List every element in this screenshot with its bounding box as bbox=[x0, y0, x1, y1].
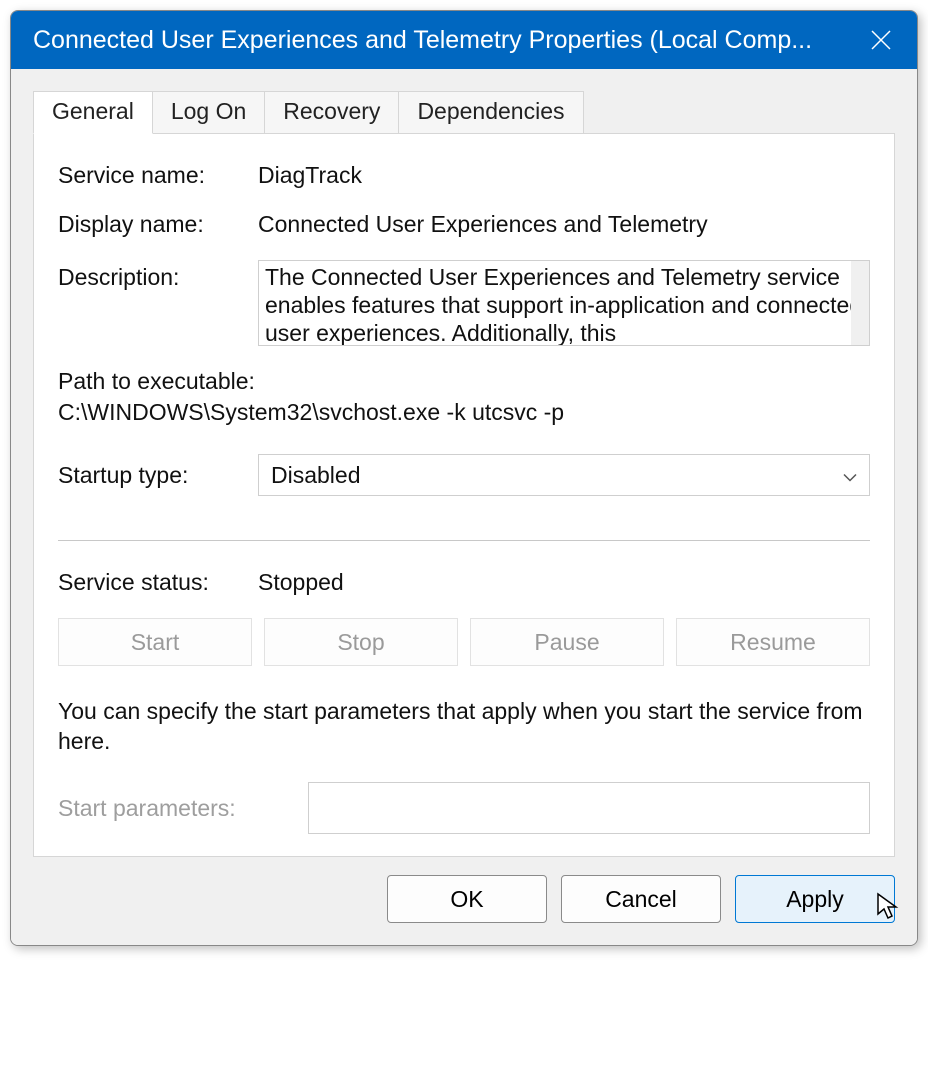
service-name-label: Service name: bbox=[58, 162, 258, 189]
tab-page-general: Service name: DiagTrack Display name: Co… bbox=[33, 133, 895, 857]
service-status-label: Service status: bbox=[58, 569, 258, 596]
description-textbox[interactable]: The Connected User Experiences and Telem… bbox=[258, 260, 870, 346]
close-button[interactable] bbox=[845, 11, 917, 69]
start-parameters-label: Start parameters: bbox=[58, 795, 308, 822]
description-scrollbar[interactable] bbox=[851, 261, 869, 345]
path-value: C:\WINDOWS\System32\svchost.exe -k utcsv… bbox=[58, 399, 870, 426]
tab-log-on[interactable]: Log On bbox=[152, 91, 265, 134]
start-parameters-note: You can specify the start parameters tha… bbox=[58, 696, 870, 756]
close-icon bbox=[870, 29, 892, 51]
display-name-value: Connected User Experiences and Telemetry bbox=[258, 211, 870, 238]
tab-dependencies[interactable]: Dependencies bbox=[398, 91, 583, 134]
separator bbox=[58, 540, 870, 541]
client-area: General Log On Recovery Dependencies Ser… bbox=[11, 69, 917, 945]
properties-dialog: Connected User Experiences and Telemetry… bbox=[10, 10, 918, 946]
ok-button[interactable]: OK bbox=[387, 875, 547, 923]
startup-type-label: Startup type: bbox=[58, 462, 258, 489]
apply-button-label: Apply bbox=[786, 886, 844, 913]
start-parameters-input[interactable] bbox=[308, 782, 870, 834]
start-button[interactable]: Start bbox=[58, 618, 252, 666]
startup-type-value: Disabled bbox=[271, 462, 361, 489]
pause-button[interactable]: Pause bbox=[470, 618, 664, 666]
stop-button[interactable]: Stop bbox=[264, 618, 458, 666]
resume-button[interactable]: Resume bbox=[676, 618, 870, 666]
titlebar: Connected User Experiences and Telemetry… bbox=[11, 11, 917, 69]
apply-button[interactable]: Apply bbox=[735, 875, 895, 923]
tab-recovery[interactable]: Recovery bbox=[264, 91, 399, 134]
chevron-down-icon bbox=[843, 462, 857, 489]
tabstrip: General Log On Recovery Dependencies bbox=[11, 69, 917, 134]
description-text: The Connected User Experiences and Telem… bbox=[265, 264, 862, 346]
description-label: Description: bbox=[58, 260, 258, 291]
path-label: Path to executable: bbox=[58, 368, 870, 395]
mouse-cursor-icon bbox=[876, 892, 900, 920]
cancel-button[interactable]: Cancel bbox=[561, 875, 721, 923]
display-name-label: Display name: bbox=[58, 211, 258, 238]
startup-type-dropdown[interactable]: Disabled bbox=[258, 454, 870, 496]
window-title: Connected User Experiences and Telemetry… bbox=[33, 26, 845, 55]
dialog-button-row: OK Cancel Apply bbox=[11, 875, 917, 945]
tab-general[interactable]: General bbox=[33, 91, 153, 134]
service-name-value: DiagTrack bbox=[258, 162, 870, 189]
service-status-value: Stopped bbox=[258, 569, 870, 596]
